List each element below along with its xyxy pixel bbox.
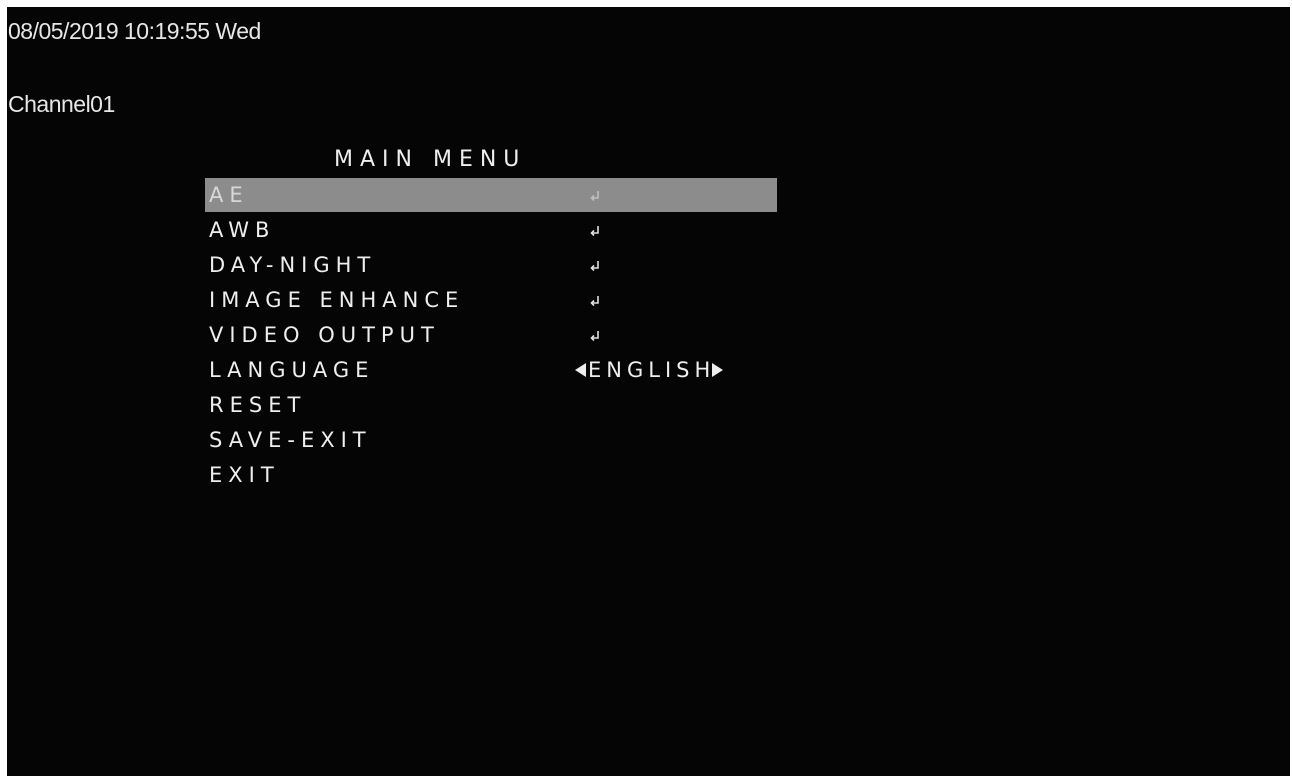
menu-item-video-output[interactable]: VIDEO OUTPUT: [205, 318, 777, 352]
channel-name-overlay: Channel01: [8, 91, 115, 117]
menu-item-awb[interactable]: AWB: [205, 213, 777, 247]
timestamp-overlay: 08/05/2019 10:19:55 Wed: [8, 18, 261, 44]
menu-item-label: VIDEO OUTPUT: [209, 323, 440, 347]
language-value: ENGLISH: [588, 358, 716, 382]
language-selector[interactable]: ENGLISH: [575, 355, 724, 385]
menu-item-label: AWB: [209, 218, 276, 242]
menu-item-label: SAVE-EXIT: [209, 428, 372, 452]
menu-item-label: LANGUAGE: [209, 358, 375, 382]
menu-item-exit[interactable]: EXIT: [205, 458, 777, 492]
enter-icon: [590, 331, 599, 342]
enter-icon: [590, 226, 599, 237]
menu-item-language[interactable]: LANGUAGE ENGLISH: [205, 353, 777, 387]
menu-item-label: DAY-NIGHT: [209, 253, 377, 277]
menu-item-day-night[interactable]: DAY-NIGHT: [205, 248, 777, 282]
menu-item-reset[interactable]: RESET: [205, 388, 777, 422]
camera-osd-screen: 08/05/2019 10:19:55 Wed Channel01 MAIN M…: [7, 7, 1290, 776]
menu-title: MAIN MENU: [334, 147, 527, 172]
menu-item-save-exit[interactable]: SAVE-EXIT: [205, 423, 777, 457]
menu-item-label: EXIT: [209, 463, 280, 487]
enter-icon: [590, 296, 599, 307]
menu-item-label: AE: [209, 183, 249, 207]
menu-item-image-enhance[interactable]: IMAGE ENHANCE: [205, 283, 777, 317]
arrow-right-icon[interactable]: [712, 363, 724, 377]
menu-item-label: RESET: [209, 393, 307, 417]
enter-icon: [590, 191, 599, 202]
menu-item-label: IMAGE ENHANCE: [209, 288, 465, 312]
menu-item-ae[interactable]: AE: [205, 178, 777, 212]
arrow-left-icon[interactable]: [575, 363, 586, 377]
enter-icon: [590, 261, 599, 272]
